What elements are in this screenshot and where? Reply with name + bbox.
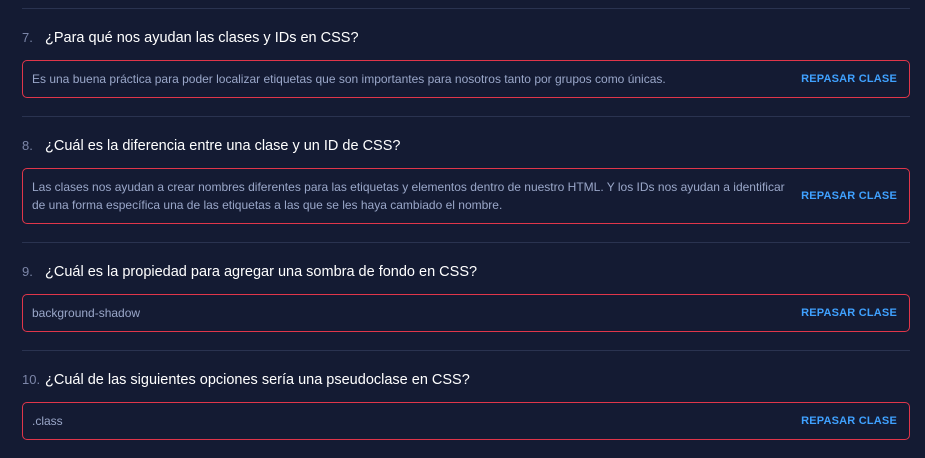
question-8: 8. ¿Cuál es la diferencia entre una clas… bbox=[22, 138, 910, 154]
review-class-link[interactable]: REPASAR CLASE bbox=[801, 307, 897, 319]
answer-box-7: Es una buena práctica para poder localiz… bbox=[22, 60, 910, 98]
question-10: 10. ¿Cuál de las siguientes opciones ser… bbox=[22, 372, 910, 388]
question-text: ¿Cuál de las siguientes opciones sería u… bbox=[45, 372, 470, 388]
question-7: 7. ¿Para qué nos ayudan las clases y IDs… bbox=[22, 30, 910, 46]
answer-box-9: background-shadow REPASAR CLASE bbox=[22, 294, 910, 332]
answer-text: .class bbox=[32, 414, 63, 428]
review-class-link[interactable]: REPASAR CLASE bbox=[801, 415, 897, 427]
answer-box-8: Las clases nos ayudan a crear nombres di… bbox=[22, 168, 910, 224]
divider bbox=[22, 116, 910, 117]
answer-text: Las clases nos ayudan a crear nombres di… bbox=[32, 180, 785, 212]
answer-text: background-shadow bbox=[32, 306, 141, 320]
review-class-link[interactable]: REPASAR CLASE bbox=[801, 190, 897, 202]
question-text: ¿Cuál es la diferencia entre una clase y… bbox=[45, 138, 401, 154]
quiz-results: 7. ¿Para qué nos ayudan las clases y IDs… bbox=[0, 0, 925, 458]
question-number: 7. bbox=[22, 30, 33, 45]
question-9: 9. ¿Cuál es la propiedad para agregar un… bbox=[22, 264, 910, 280]
question-number: 9. bbox=[22, 264, 33, 279]
question-number: 8. bbox=[22, 138, 33, 153]
answer-box-10: .class REPASAR CLASE bbox=[22, 402, 910, 440]
divider bbox=[22, 350, 910, 351]
question-number: 10. bbox=[22, 372, 41, 387]
answer-text: Es una buena práctica para poder localiz… bbox=[32, 72, 666, 86]
divider bbox=[22, 242, 910, 243]
review-class-link[interactable]: REPASAR CLASE bbox=[801, 73, 897, 85]
question-text: ¿Para qué nos ayudan las clases y IDs en… bbox=[45, 30, 359, 46]
divider bbox=[22, 8, 910, 9]
question-text: ¿Cuál es la propiedad para agregar una s… bbox=[45, 264, 478, 280]
